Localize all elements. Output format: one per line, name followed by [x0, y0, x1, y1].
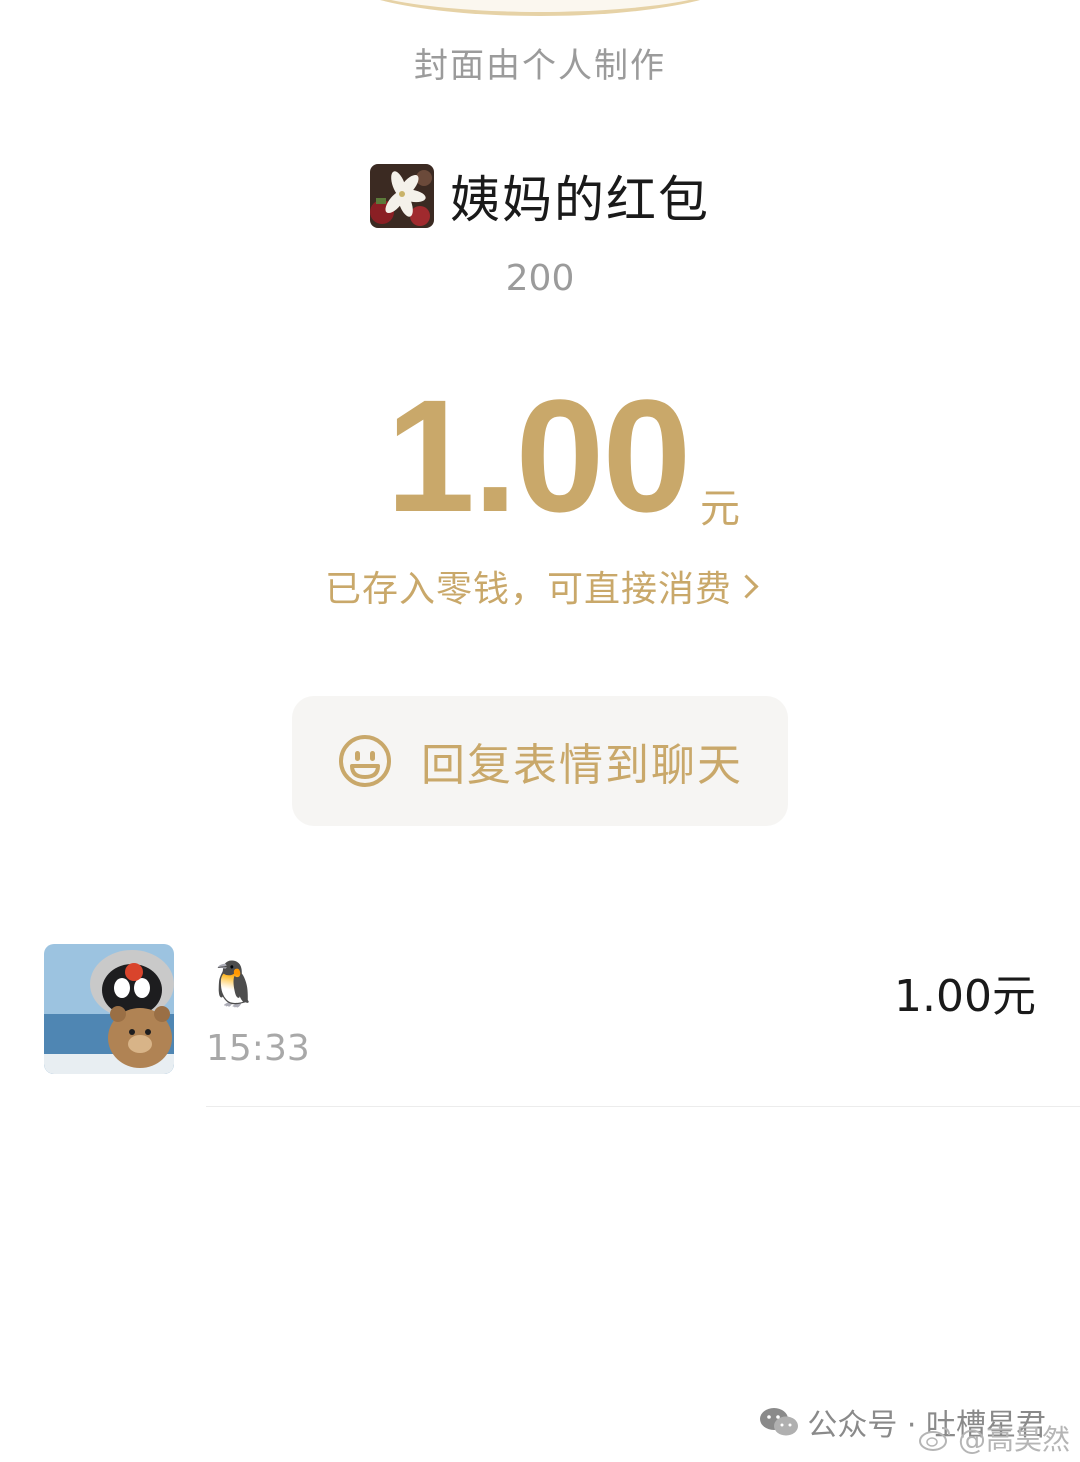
red-packet-remark: 200 [505, 258, 575, 299]
envelope-cover-edge [340, 0, 740, 16]
chevron-right-icon [734, 573, 759, 599]
receiver-avatar[interactable] [44, 944, 174, 1074]
cover-note: 封面由个人制作 [414, 46, 666, 86]
reply-emoji-label: 回复表情到聊天 [421, 740, 743, 791]
amount-unit: 元 [700, 486, 740, 532]
amount-value: 1.00 [386, 366, 691, 545]
wallet-link[interactable]: 已存入零钱，可直接消费 [0, 560, 1080, 612]
wechat-icon [760, 1408, 799, 1436]
reply-emoji-button[interactable]: 回复表情到聊天 [292, 696, 788, 826]
smiley-icon [339, 735, 391, 787]
sender-avatar[interactable] [370, 164, 434, 228]
wallet-link-label: 已存入零钱，可直接消费 [324, 569, 732, 610]
sender-header: 姨妈的红包 [0, 160, 1080, 232]
receiver-name: 🐧 [206, 959, 261, 1010]
amount-display: 1.00 元 [0, 376, 1080, 536]
list-divider [206, 1106, 1080, 1107]
receiver-amount: 1.00元 [894, 971, 1036, 1022]
weibo-icon [918, 1427, 950, 1451]
sender-name: 姨妈的红包 [450, 171, 710, 229]
weibo-watermark: @高昊然 [918, 1418, 1070, 1458]
receiver-time: 15:33 [206, 1028, 310, 1069]
weibo-watermark-text: @高昊然 [957, 1423, 1070, 1456]
receiver-row: 🐧 15:33 1.00元 [0, 944, 1080, 1084]
